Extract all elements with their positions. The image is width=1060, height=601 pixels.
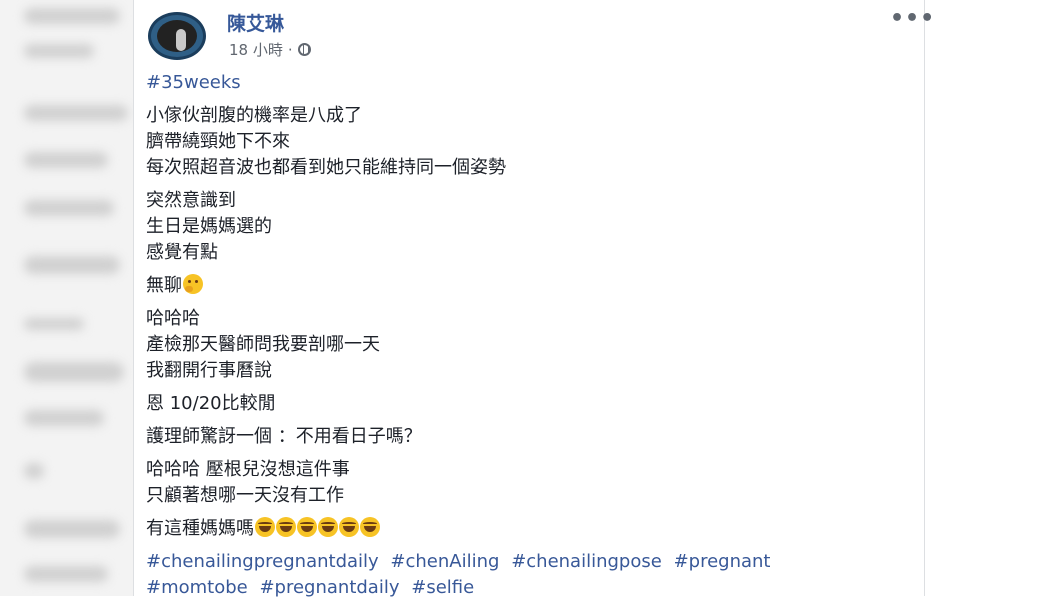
blank-right-area (926, 0, 1060, 596)
author-name[interactable]: 陳艾琳 (227, 9, 284, 36)
paragraph: 有這種媽媽嗎 (146, 516, 916, 542)
hashtag-link[interactable]: #momtobe (146, 577, 248, 598)
paragraph: 護理師驚訝一個 ：不用看日子嗎？ (146, 424, 916, 450)
post-meta: 18 小時 · (229, 39, 311, 60)
post-text-line: 突然意識到 (146, 190, 236, 211)
more-options-icon[interactable]: ••• (890, 8, 935, 30)
hashtag-link[interactable]: #pregnant (674, 551, 771, 572)
post-text-line: 臍帶繞頸她下不來 (146, 131, 290, 152)
post-text-line: 小傢伙剖腹的機率是八成了 (146, 105, 362, 126)
hashtag-row: #momtobe #pregnantdaily #selfie (146, 575, 916, 601)
post-text-line: 感覺有點 (146, 242, 218, 263)
post-text-line: 護理師驚訝一個 ：不用看日子嗎？ (146, 426, 422, 447)
avatar[interactable] (148, 12, 206, 60)
grinning-squinting-face-icon (276, 517, 296, 537)
hashtag-top-row: #35weeks (146, 70, 916, 96)
post-text-line: 哈哈哈 (146, 308, 200, 329)
post-text-line: 哈哈哈 壓根兒沒想這件事 (146, 459, 350, 480)
post-text-line: 產檢那天醫師問我要剖哪一天 (146, 334, 380, 355)
paragraph: 恩 10/20比較閒 (146, 391, 916, 417)
blurred-feed-left (0, 0, 136, 596)
hashtag-link[interactable]: #selfie (411, 577, 474, 598)
grinning-squinting-face-icon (318, 517, 338, 537)
post-timestamp[interactable]: 18 小時 (229, 39, 283, 60)
paragraph: 哈哈哈 產檢那天醫師問我要剖哪一天 我翻開行事曆說 (146, 306, 916, 384)
grinning-squinting-face-icon (360, 517, 380, 537)
meta-separator: · (287, 40, 293, 59)
globe-icon[interactable] (297, 43, 311, 56)
post-text-line: 有這種媽媽嗎 (146, 518, 254, 539)
post-body: #35weeks 小傢伙剖腹的機率是八成了 臍帶繞頸她下不來 每次照超音波也都看… (146, 70, 916, 601)
paragraph: 突然意識到 生日是媽媽選的 感覺有點 (146, 188, 916, 266)
hashtag-link[interactable]: #35weeks (146, 72, 241, 93)
post-text-line: 生日是媽媽選的 (146, 216, 272, 237)
facebook-post: 陳艾琳 18 小時 · ••• #35weeks 小傢伙剖腹的機率是八成了 臍帶… (133, 0, 934, 598)
paragraph: 哈哈哈 壓根兒沒想這件事 只顧著想哪一天沒有工作 (146, 457, 916, 509)
grinning-squinting-face-icon (339, 517, 359, 537)
grinning-squinting-face-icon (297, 517, 317, 537)
hashtag-link[interactable]: #pregnantdaily (259, 577, 399, 598)
paragraph: 小傢伙剖腹的機率是八成了 臍帶繞頸她下不來 每次照超音波也都看到她只能維持同一個… (146, 103, 916, 181)
hashtag-row: #chenailingpregnantdaily #chenAiling #ch… (146, 549, 916, 575)
hashtag-link[interactable]: #chenailingpose (511, 551, 662, 572)
post-text-line: 我翻開行事曆說 (146, 360, 272, 381)
post-text-line: 無聊 (146, 275, 182, 296)
post-text-line: 只顧著想哪一天沒有工作 (146, 485, 344, 506)
paragraph: 無聊 (146, 273, 916, 299)
hashtag-link[interactable]: #chenailingpregnantdaily (146, 551, 379, 572)
avatar-photo (157, 20, 197, 52)
grinning-squinting-face-icon (255, 517, 275, 537)
thinking-face-icon (183, 274, 203, 294)
hashtag-link[interactable]: #chenAiling (390, 551, 499, 572)
post-text-line: 每次照超音波也都看到她只能維持同一個姿勢 (146, 157, 506, 178)
post-text-line: 恩 10/20比較閒 (146, 393, 276, 414)
